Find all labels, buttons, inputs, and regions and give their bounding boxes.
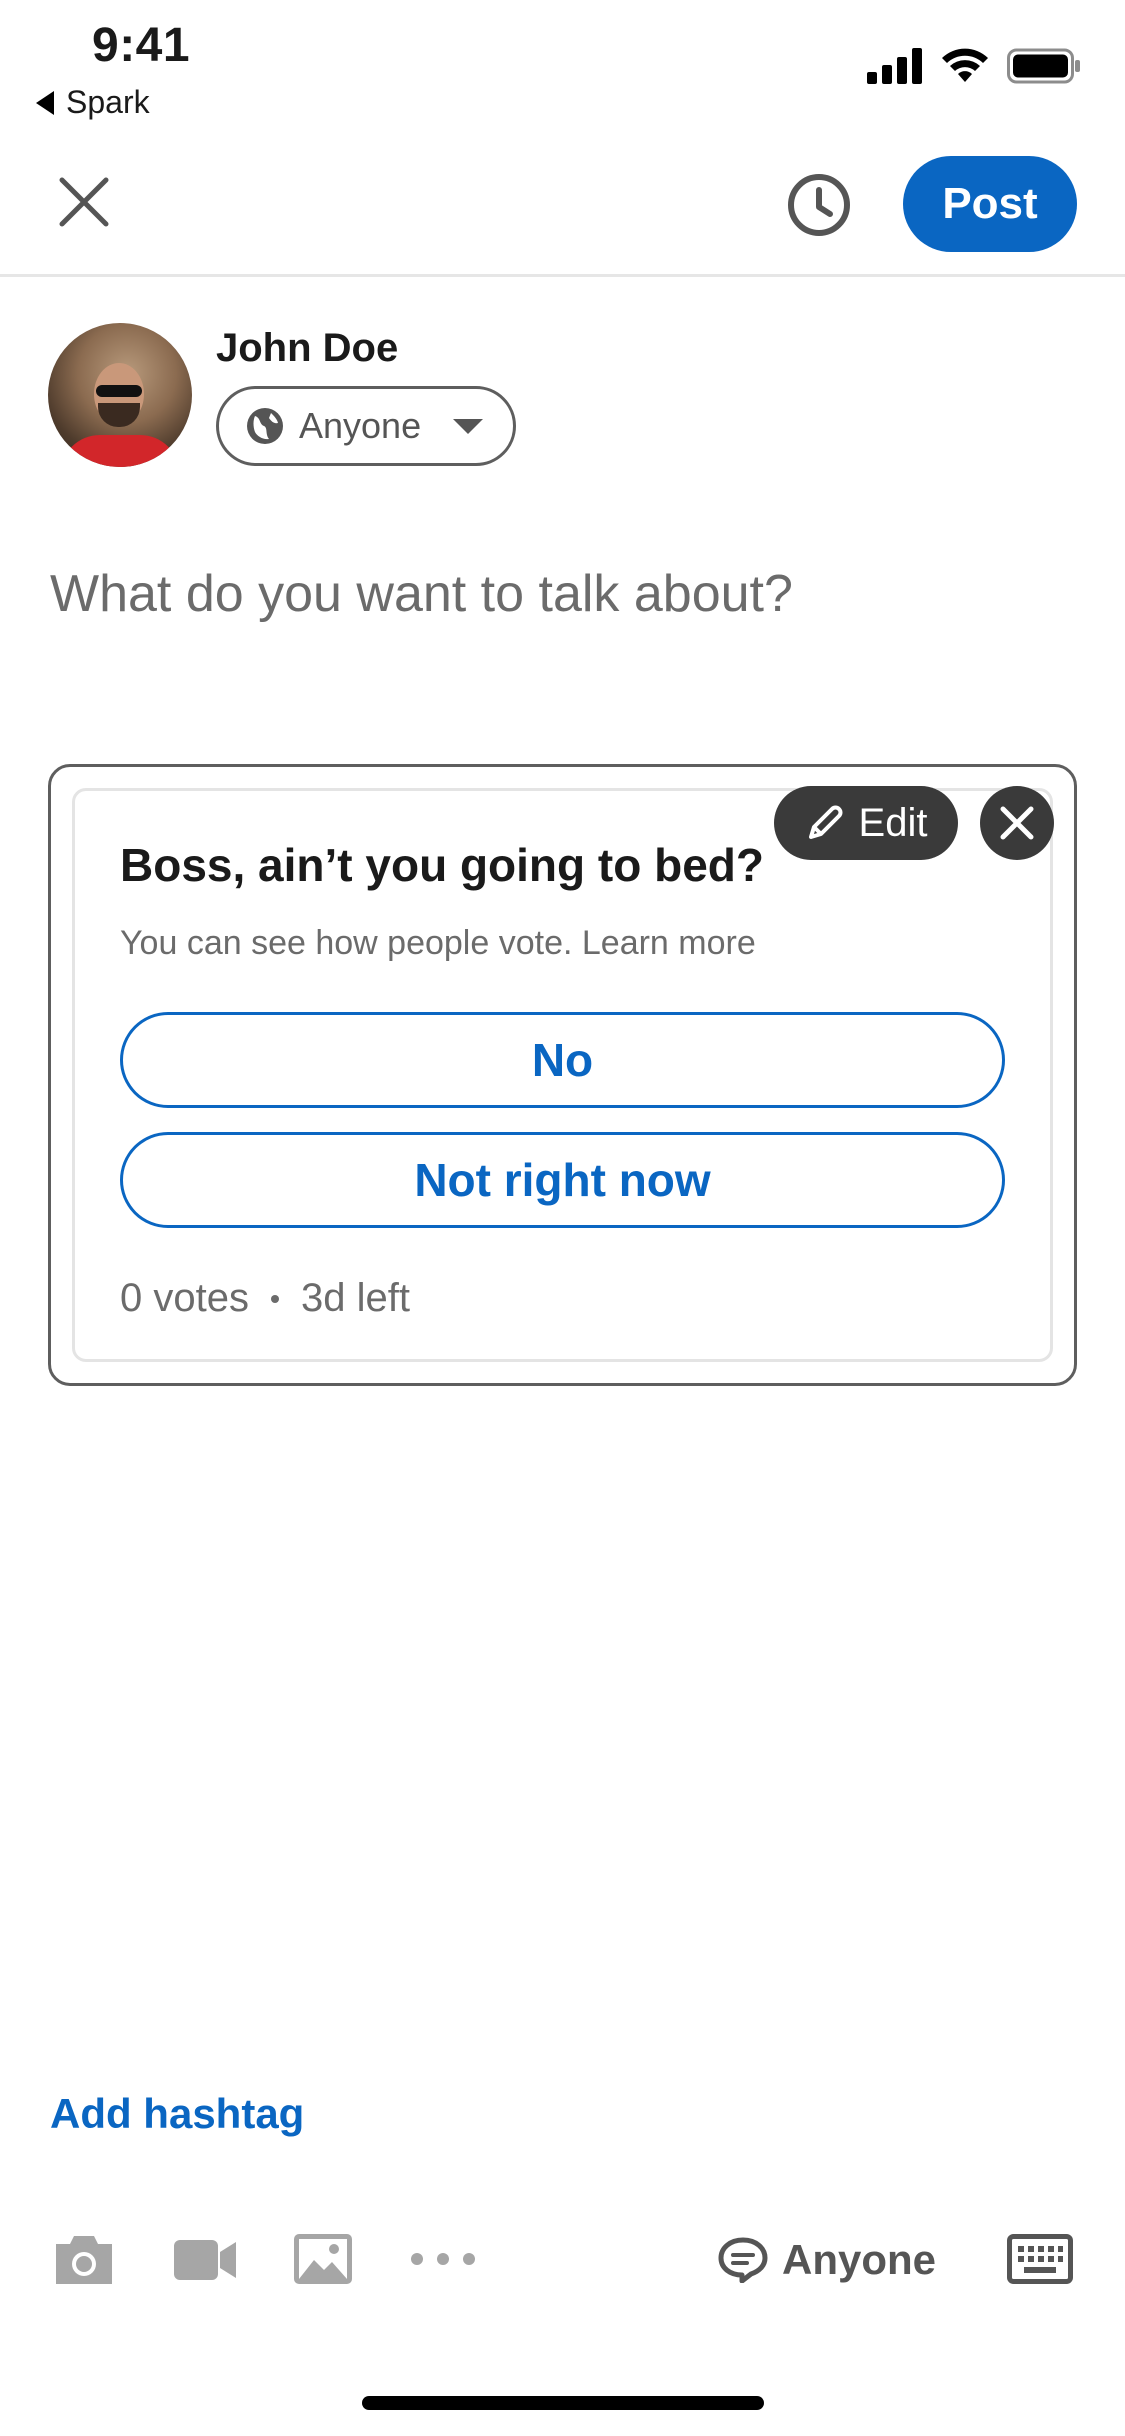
keyboard-toggle-button[interactable] [1007, 2234, 1073, 2289]
clock-icon [788, 174, 850, 236]
globe-icon [247, 408, 283, 444]
more-icon [411, 2253, 475, 2265]
video-icon [174, 2240, 236, 2280]
camera-icon [56, 2236, 112, 2284]
add-hashtag-link[interactable]: Add hashtag [50, 2090, 304, 2138]
camera-button[interactable] [52, 2232, 116, 2291]
poll-visibility-note[interactable]: You can see how people vote. Learn more [120, 924, 756, 963]
battery-icon [1007, 48, 1080, 84]
poll-time-left: 3d left [300, 1276, 410, 1320]
close-icon [1000, 806, 1034, 840]
audience-selector[interactable]: Anyone [216, 386, 516, 466]
remove-poll-button[interactable] [980, 786, 1054, 860]
poll-option[interactable]: Not right now [120, 1132, 1005, 1228]
comment-control-button[interactable]: Anyone [718, 2236, 936, 2284]
poll-vote-count: 0 votes [120, 1276, 249, 1320]
photo-button[interactable] [292, 2232, 354, 2291]
post-button[interactable]: Post [903, 156, 1077, 252]
poll-question: Boss, ain’t you going to bed? [120, 839, 764, 891]
author-name: John Doe [216, 326, 399, 370]
close-icon [59, 177, 109, 227]
post-composer-screen: 9:41 Spark Post John Doe Anyone What do … [0, 0, 1125, 2436]
close-button[interactable] [52, 170, 116, 234]
comment-audience-label: Anyone [782, 2236, 937, 2283]
chevron-down-icon [453, 418, 484, 434]
home-indicator[interactable] [362, 2396, 764, 2410]
avatar[interactable] [48, 323, 192, 467]
comment-icon [718, 2237, 768, 2283]
poll-meta: 0 votes 3d left [120, 1276, 410, 1321]
post-text-input[interactable]: What do you want to talk about? [50, 564, 793, 624]
header-divider [0, 274, 1125, 277]
separator-dot [270, 1294, 279, 1303]
back-to-app-link[interactable]: Spark [36, 84, 150, 121]
keyboard-icon [1007, 2234, 1073, 2284]
audience-label: Anyone [299, 405, 422, 446]
back-app-label: Spark [66, 84, 150, 120]
status-indicators [867, 48, 1081, 84]
edit-poll-button[interactable]: Edit [774, 786, 958, 860]
signal-icon [867, 48, 922, 84]
photo-icon [294, 2234, 352, 2284]
more-options-button[interactable] [410, 2252, 476, 2271]
video-button[interactable] [172, 2232, 238, 2291]
schedule-post-button[interactable] [784, 170, 854, 240]
wifi-icon [942, 48, 988, 82]
pencil-icon [808, 805, 843, 839]
poll-option[interactable]: No [120, 1012, 1005, 1108]
status-time: 9:41 [92, 19, 191, 72]
back-arrow-icon [36, 90, 54, 115]
edit-label: Edit [858, 800, 928, 845]
